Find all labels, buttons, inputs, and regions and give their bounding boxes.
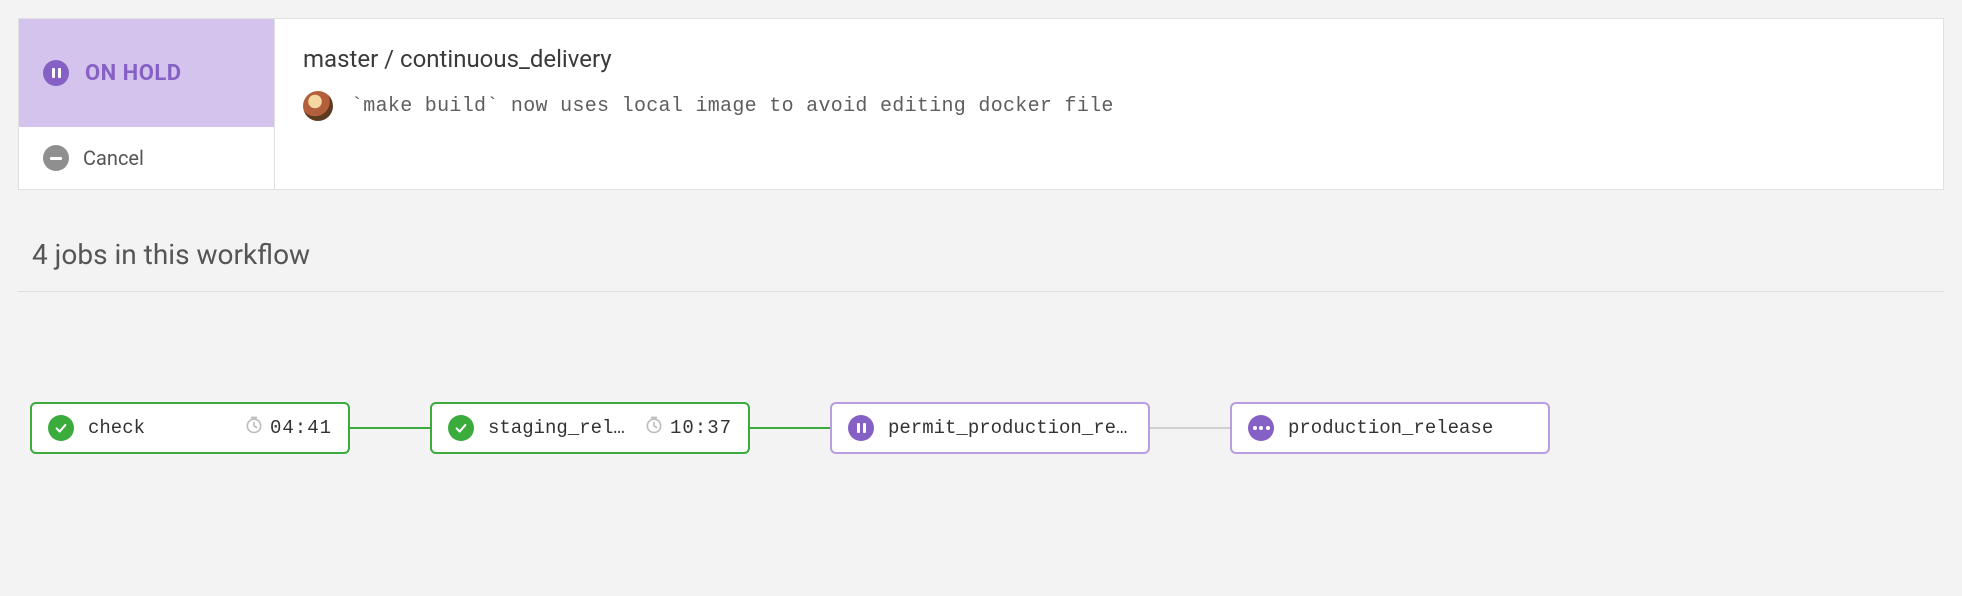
status-label: ON HOLD: [85, 61, 182, 86]
avatar: [303, 91, 333, 121]
job-name: permit_production_re…: [888, 417, 1132, 439]
section-title: 4 jobs in this workflow: [32, 238, 1944, 271]
cancel-icon: [43, 145, 69, 171]
job-name: production_release: [1288, 417, 1532, 439]
commit-message: `make build` now uses local image to avo…: [351, 95, 1114, 118]
ellipsis-icon: [1248, 415, 1274, 441]
commit-row: `make build` now uses local image to avo…: [303, 91, 1915, 121]
workflow-info: master / continuous_delivery `make build…: [275, 19, 1943, 189]
connector: [750, 427, 830, 429]
duration-value: 04:41: [270, 417, 332, 439]
cancel-button[interactable]: Cancel: [19, 127, 274, 189]
duration-value: 10:37: [670, 417, 732, 439]
job-name: check: [88, 417, 230, 439]
job-card-check[interactable]: check 04:41: [30, 402, 350, 454]
pause-icon: [43, 60, 69, 86]
job-card-staging[interactable]: staging_rele… 10:37: [430, 402, 750, 454]
connector: [350, 427, 430, 429]
job-duration: 04:41: [244, 415, 332, 441]
status-column: ON HOLD Cancel: [19, 19, 275, 189]
success-icon: [48, 415, 74, 441]
job-card-permit[interactable]: permit_production_re…: [830, 402, 1150, 454]
job-duration: 10:37: [644, 415, 732, 441]
success-icon: [448, 415, 474, 441]
workflow-summary-card: ON HOLD Cancel master / continuous_deliv…: [18, 18, 1944, 190]
breadcrumb: master / continuous_delivery: [303, 45, 1915, 73]
pause-icon: [848, 415, 874, 441]
pipeline-graph: check 04:41 staging_rele… 10:37 permit_p…: [0, 292, 1962, 494]
clock-icon: [244, 415, 264, 441]
clock-icon: [644, 415, 664, 441]
job-name: staging_rele…: [488, 417, 630, 439]
cancel-label: Cancel: [83, 146, 144, 170]
connector: [1150, 427, 1230, 429]
job-card-production[interactable]: production_release: [1230, 402, 1550, 454]
status-badge: ON HOLD: [19, 19, 274, 127]
